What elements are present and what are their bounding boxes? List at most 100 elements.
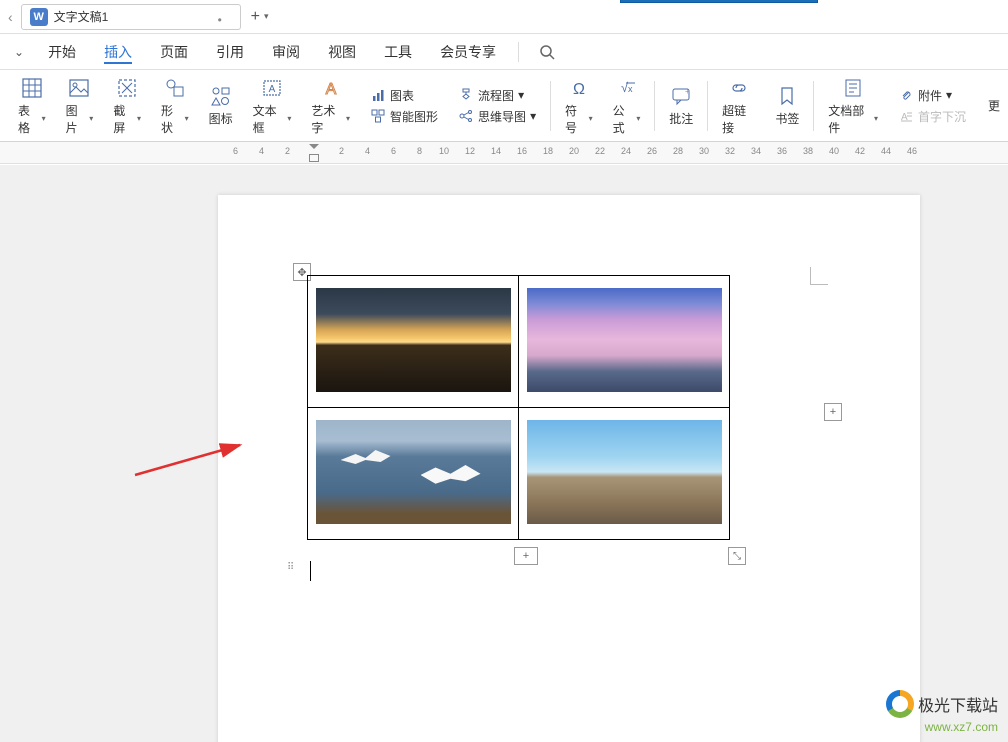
screenshot-label: 截屏 xyxy=(113,102,135,136)
modified-indicator-icon: • xyxy=(218,13,226,21)
document-tab[interactable]: W 文字文稿1 • xyxy=(21,4,241,30)
hyperlink-label: 超链接 xyxy=(722,102,755,136)
menu-item-2[interactable]: 页面 xyxy=(146,34,202,70)
menu-item-5[interactable]: 视图 xyxy=(314,34,370,70)
attachment-label: 附件 xyxy=(918,87,942,104)
shape-button[interactable]: 形状▾ xyxy=(151,74,199,137)
image-sunset[interactable] xyxy=(316,288,511,392)
table-resize-handle[interactable] xyxy=(728,547,746,565)
watermark-url: www.xz7.com xyxy=(886,720,998,734)
bookmark-icon xyxy=(775,84,799,108)
search-icon xyxy=(539,44,555,60)
image-pink-sky[interactable] xyxy=(527,288,722,392)
ruler-tick: 26 xyxy=(647,146,657,156)
ruler-tick: 38 xyxy=(803,146,813,156)
docparts-icon xyxy=(841,76,865,100)
ruler-tick: 10 xyxy=(439,146,449,156)
table-button[interactable]: 表格▾ xyxy=(8,74,56,137)
ruler-tick: 20 xyxy=(569,146,579,156)
attachment-button[interactable]: 附件▾ xyxy=(898,87,966,104)
dropcap-icon: A xyxy=(898,108,914,124)
comment-icon: + xyxy=(669,84,693,108)
menu-divider xyxy=(518,42,519,62)
ribbon-divider xyxy=(707,81,708,131)
table-add-column-handle[interactable]: + xyxy=(824,403,842,421)
hyperlink-button[interactable]: 超链接 xyxy=(712,74,765,137)
ruler-tick: 2 xyxy=(285,146,290,156)
svg-text:Ω: Ω xyxy=(573,81,585,98)
ruler-tick: 14 xyxy=(491,146,501,156)
ruler-tick: 34 xyxy=(751,146,761,156)
more-button[interactable]: 更 xyxy=(976,97,1000,114)
menu-item-4[interactable]: 审阅 xyxy=(258,34,314,70)
svg-text:+: + xyxy=(685,87,690,96)
ruler-tick: 24 xyxy=(621,146,631,156)
flowchart-button[interactable]: 流程图▾ xyxy=(458,87,536,104)
menu-item-3[interactable]: 引用 xyxy=(202,34,258,70)
svg-text:A: A xyxy=(325,81,336,98)
document-page[interactable]: + + ⠿ xyxy=(218,195,920,742)
image-panorama[interactable] xyxy=(527,420,722,524)
shape-label: 形状 xyxy=(161,102,183,136)
table-row xyxy=(308,276,730,408)
image-seagulls[interactable] xyxy=(316,420,511,524)
symbol-label: 符号 xyxy=(565,102,587,136)
menubar: ⌄ 开始插入页面引用审阅视图工具会员专享 xyxy=(0,34,1008,70)
comment-button[interactable]: + 批注 xyxy=(659,74,703,137)
watermark-text: 极光下载站 xyxy=(918,692,998,716)
menu-item-0[interactable]: 开始 xyxy=(34,34,90,70)
table-cell[interactable] xyxy=(519,276,730,408)
chart-icon xyxy=(370,87,386,103)
screenshot-icon xyxy=(115,76,139,100)
table-cell[interactable] xyxy=(308,408,519,540)
table-cell[interactable] xyxy=(308,276,519,408)
table-add-row-handle[interactable]: + xyxy=(514,547,538,565)
table-icon xyxy=(20,76,44,100)
horizontal-ruler[interactable]: 6422468101214161820222426283032343638404… xyxy=(215,144,1008,162)
picture-button[interactable]: 图片▾ xyxy=(56,74,104,137)
textbox-label: 文本框 xyxy=(253,102,286,136)
bookmark-button[interactable]: 书签 xyxy=(765,74,809,137)
ruler-tick: 22 xyxy=(595,146,605,156)
dropcap-label: 首字下沉 xyxy=(918,108,966,125)
wordart-label: 艺术字 xyxy=(311,102,344,136)
watermark: 极光下载站 www.xz7.com xyxy=(886,690,998,734)
margin-marker xyxy=(810,267,828,285)
mindmap-button[interactable]: 思维导图▾ xyxy=(458,108,536,125)
dropcap-button: A首字下沉 xyxy=(898,108,966,125)
new-tab-button[interactable]: + ▾ xyxy=(251,8,271,26)
document-area: + + ⠿ xyxy=(0,165,1008,742)
paragraph-drag-handle[interactable]: ⠿ xyxy=(287,565,295,571)
top-highlight-bar xyxy=(620,0,818,3)
chevron-down-icon: ▾ xyxy=(264,11,269,22)
menu-item-1[interactable]: 插入 xyxy=(90,34,146,70)
search-button[interactable] xyxy=(527,44,567,60)
file-menu-dropdown[interactable]: ⌄ xyxy=(4,45,34,59)
ruler-tick: 36 xyxy=(777,146,787,156)
ruler-tick: 4 xyxy=(365,146,370,156)
table-cell[interactable] xyxy=(519,408,730,540)
wordart-button[interactable]: A 艺术字▾ xyxy=(301,74,360,137)
smartart-button[interactable]: 智能图形 xyxy=(370,108,438,125)
svg-text:A: A xyxy=(269,84,276,95)
flowchart-icon xyxy=(458,87,474,103)
ruler-tick: 6 xyxy=(233,146,238,156)
docparts-button[interactable]: 文档部件▾ xyxy=(818,74,888,137)
symbol-button[interactable]: Ω 符号▾ xyxy=(555,74,603,137)
textbox-button[interactable]: A 文本框▾ xyxy=(243,74,302,137)
hyperlink-icon xyxy=(727,76,751,100)
image-table[interactable] xyxy=(307,275,730,540)
close-prev-icon[interactable]: ‹ xyxy=(4,9,17,25)
menu-item-6[interactable]: 工具 xyxy=(370,34,426,70)
chart-button[interactable]: 图表 xyxy=(370,87,438,104)
shape-icon xyxy=(163,76,187,100)
ribbon-divider xyxy=(813,81,814,131)
screenshot-button[interactable]: 截屏▾ xyxy=(103,74,151,137)
titlebar: ‹ W 文字文稿1 • + ▾ xyxy=(0,0,1008,34)
ruler-tick: 32 xyxy=(725,146,735,156)
watermark-logo-icon xyxy=(886,690,914,718)
menu-item-7[interactable]: 会员专享 xyxy=(426,34,510,70)
icon-button[interactable]: 图标 xyxy=(199,74,243,137)
formula-button[interactable]: √x 公式▾ xyxy=(603,74,651,137)
indent-marker[interactable] xyxy=(309,144,319,162)
